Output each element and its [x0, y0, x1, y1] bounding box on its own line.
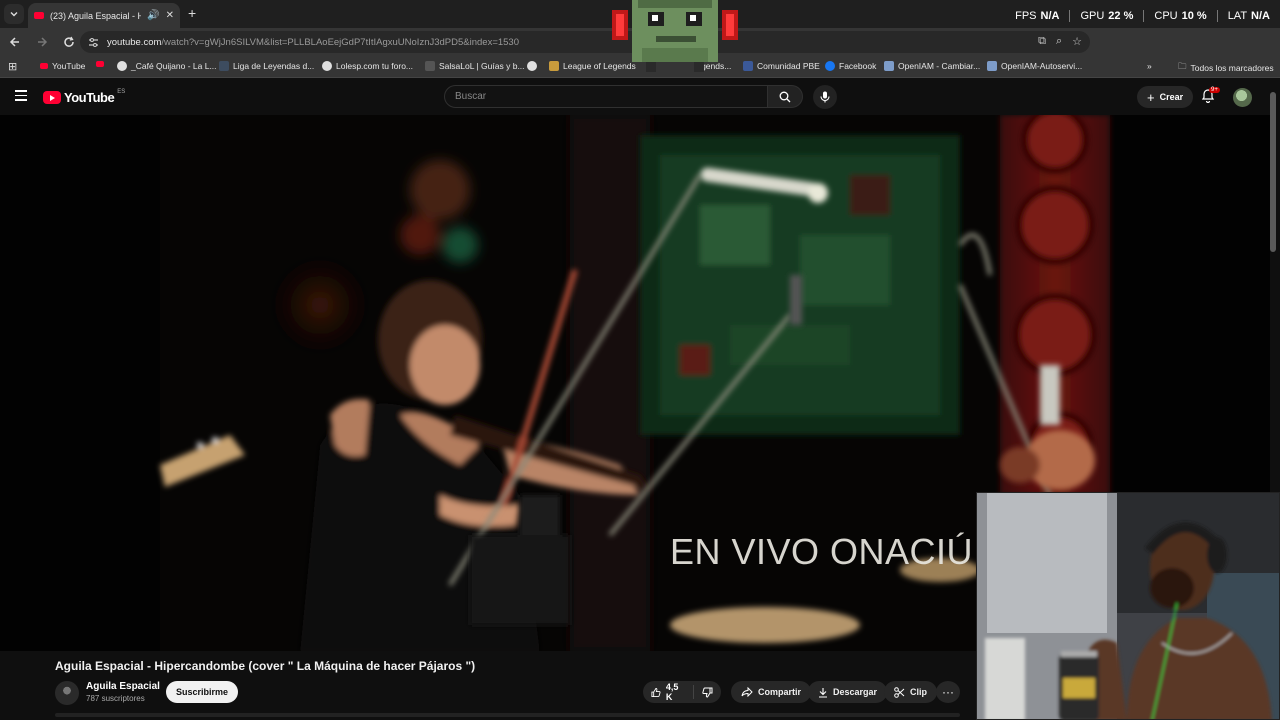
tab-search-button[interactable] [4, 4, 24, 24]
page-scrollbar[interactable] [1270, 92, 1276, 252]
back-button[interactable] [3, 30, 27, 54]
zoom-icon[interactable]: ⌕ [1056, 35, 1062, 48]
address-bar[interactable]: youtube.com/watch?v=gWjJn6SILVM&list=PLL… [80, 31, 1090, 53]
bookmark-2[interactable]: _Café Quijano - La L... [117, 61, 217, 71]
reload-icon [64, 36, 74, 47]
clip-button[interactable]: Clip [884, 681, 937, 703]
youtube-logo[interactable]: YouTube ES [43, 89, 125, 105]
pixel-monster-overlay [612, 0, 738, 72]
more-actions-button[interactable]: ··· [936, 681, 960, 703]
bookmarks-overflow[interactable]: » [1147, 61, 1152, 71]
like-button[interactable]: 4,5 K [643, 682, 694, 702]
arrow-left-icon [9, 37, 19, 47]
search-icon [779, 91, 791, 102]
bookmark-10[interactable]: Facebook [825, 61, 876, 71]
all-bookmarks-folder[interactable]: 🗀 Todos los marcadores [1178, 61, 1274, 75]
cpu-readout: CPU 10 % [1154, 10, 1207, 22]
channel-avatar[interactable] [55, 681, 79, 705]
youtube-header: YouTube ES Buscar + Crear [0, 79, 1280, 115]
search-input[interactable]: Buscar [444, 85, 768, 108]
audio-playing-icon[interactable]: 🔊 [147, 10, 159, 21]
webcam-overlay [976, 492, 1280, 720]
bookmark-9[interactable]: Comunidad PBE [743, 61, 820, 71]
close-tab-icon[interactable]: ✕ [166, 10, 174, 21]
arrow-right-icon [38, 37, 48, 47]
like-dislike-group: 4,5 K [643, 681, 721, 703]
bookmark-star-icon[interactable]: ☆ [1072, 35, 1082, 48]
apps-grid-icon[interactable]: ⊞ [8, 60, 17, 73]
search-button[interactable] [767, 85, 803, 108]
scissors-icon [894, 686, 905, 698]
download-icon [819, 687, 827, 698]
bookmark-12[interactable]: OpenIAM-Autoservi... [987, 61, 1082, 71]
share-arrow-icon [741, 687, 753, 697]
video-overlay-text: EN VIVO ONACIÚ [670, 531, 974, 572]
latency-readout: LAT N/A [1227, 10, 1270, 22]
share-button[interactable]: Compartir [731, 681, 812, 703]
description-box-edge [55, 713, 960, 717]
cast-icon[interactable]: ⧉ [1038, 35, 1046, 48]
bookmark-1[interactable] [96, 61, 104, 67]
notifications-badge: 9+ [1209, 87, 1220, 93]
video-info-section: Aguila Espacial - Hipercandombe (cover "… [0, 651, 976, 720]
bookmark-0[interactable]: YouTube [40, 61, 85, 71]
fps-readout: FPS N/A [1015, 10, 1060, 22]
tab-title: (23) Aguila Espacial - Hipercandombe [50, 10, 142, 21]
video-title: Aguila Espacial - Hipercandombe (cover "… [55, 659, 476, 673]
bookmark-6[interactable] [527, 61, 537, 71]
youtube-play-icon [43, 91, 61, 104]
thumbs-down-icon [702, 687, 713, 698]
url-text[interactable]: youtube.com/watch?v=gWjJn6SILVM&list=PLL… [107, 37, 519, 48]
microphone-icon [820, 91, 830, 103]
subscribe-button[interactable]: Suscribirme [166, 681, 239, 703]
account-avatar[interactable] [1233, 88, 1252, 107]
voice-search-button[interactable] [813, 85, 837, 109]
performance-overlay: FPS N/A GPU 22 % CPU 10 % LAT N/A [1015, 10, 1270, 22]
thumbs-up-icon [651, 687, 661, 697]
bookmark-4[interactable]: Lolesp.com tu foro... [322, 61, 413, 71]
plus-icon: + [1147, 89, 1155, 105]
site-info-icon[interactable] [88, 37, 99, 48]
subscriber-count: 787 suscriptores [86, 694, 145, 703]
create-button[interactable]: + Crear [1137, 86, 1194, 108]
dislike-button[interactable] [694, 687, 721, 698]
bookmark-3[interactable]: Liga de Leyendas d... [219, 61, 314, 71]
forward-button[interactable] [30, 30, 54, 54]
download-button[interactable]: Descargar [808, 681, 888, 703]
bookmark-5[interactable]: SalsaLoL | Guías y b... [425, 61, 525, 71]
bookmark-11[interactable]: OpenIAM - Cambiar... [884, 61, 980, 71]
reload-button[interactable] [57, 30, 81, 54]
guide-menu-icon[interactable] [15, 90, 27, 104]
webcam-person-image [977, 493, 1279, 719]
browser-tab-active[interactable]: (23) Aguila Espacial - Hipercandombe 🔊 ✕ [28, 3, 180, 28]
like-count: 4,5 K [665, 682, 679, 702]
folder-icon: 🗀 [1178, 61, 1187, 71]
chevron-down-icon [10, 12, 18, 17]
youtube-favicon-icon [34, 12, 44, 19]
channel-name[interactable]: Aguila Espacial [86, 681, 160, 692]
new-tab-button[interactable]: + [188, 5, 196, 21]
gpu-readout: GPU 22 % [1080, 10, 1134, 22]
